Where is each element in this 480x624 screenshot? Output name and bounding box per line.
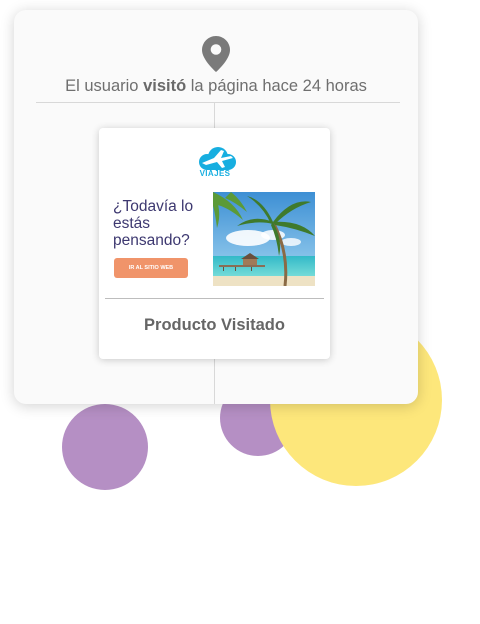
visit-caption: El usuario visitó la página hace 24 hora… — [65, 77, 367, 95]
location-pin-icon — [202, 36, 230, 72]
product-title: Producto Visitado — [144, 316, 285, 334]
card-divider — [105, 298, 324, 299]
horizontal-divider — [36, 102, 400, 103]
decorative-circle-purple-left — [62, 404, 148, 490]
visit-site-button[interactable]: IR AL SITIO WEB — [114, 258, 188, 278]
visit-caption-emphasis: visitó — [143, 77, 187, 95]
tropical-beach-photo — [213, 192, 315, 286]
ad-headline: ¿Todavía lo estás pensando? — [113, 198, 194, 249]
brand-name: VIAJES — [199, 169, 231, 178]
product-card[interactable]: VIAJES ¿Todavía lo estás pensando? IR AL… — [99, 128, 330, 359]
